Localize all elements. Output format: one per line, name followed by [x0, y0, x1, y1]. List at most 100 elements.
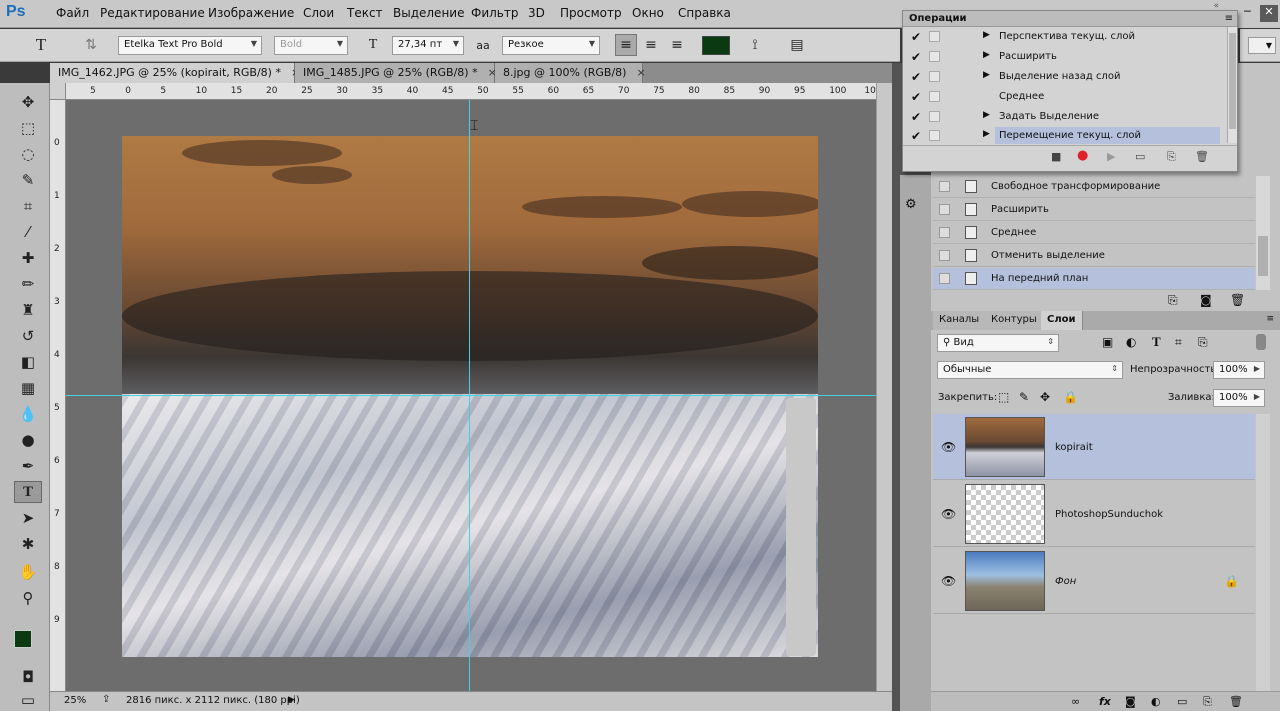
trash-icon[interactable]: 🗑 — [1230, 293, 1245, 307]
foreground-color-swatch[interactable] — [14, 630, 32, 648]
eyedropper-tool-icon[interactable]: ⁄ — [14, 221, 42, 243]
shape-tool-icon[interactable]: ✱ — [14, 533, 42, 555]
align-center-icon[interactable]: ≡ — [640, 34, 662, 56]
align-left-icon[interactable]: ≡ — [615, 34, 637, 56]
menu-window[interactable]: Окно — [632, 6, 664, 20]
brush-tool-icon[interactable]: ✏ — [14, 273, 42, 295]
history-item[interactable]: Свободное трансформирование — [933, 176, 1255, 198]
zoom-level[interactable]: 25% — [64, 695, 86, 706]
check-icon[interactable]: ✔ — [911, 30, 921, 44]
font-style-select[interactable]: Bold ▼ — [274, 36, 348, 55]
crop-tool-icon[interactable]: ⌗ — [14, 195, 42, 217]
vertical-scrollbar[interactable] — [876, 83, 892, 691]
filter-toggle[interactable] — [1256, 334, 1266, 350]
opacity-input[interactable]: 100% ▶ — [1213, 361, 1265, 379]
visibility-eye-icon[interactable]: 👁 — [941, 507, 956, 521]
menu-view[interactable]: Просмотр — [560, 6, 622, 20]
toggle-orientation-icon[interactable]: ⇅ — [80, 34, 102, 56]
layer-name[interactable]: Фон — [1055, 576, 1076, 587]
tab-layers[interactable]: Слои — [1041, 311, 1083, 330]
record-icon[interactable]: ● — [1077, 148, 1088, 163]
action-row[interactable]: ✔ ▶ Задать Выделение — [903, 107, 1227, 127]
new-action-icon[interactable]: ⎘ — [1167, 150, 1176, 164]
new-set-folder-icon[interactable]: ▭ — [1135, 150, 1145, 163]
action-row[interactable]: ✔ Среднее — [903, 87, 1227, 107]
menu-image[interactable]: Изображение — [208, 6, 294, 20]
text-color-swatch[interactable] — [702, 36, 730, 55]
hand-tool-icon[interactable]: ✋ — [14, 561, 42, 583]
history-item-selected[interactable]: На передний план — [933, 268, 1255, 290]
lock-transparent-icon[interactable]: ⬚ — [998, 390, 1009, 404]
check-icon[interactable]: ✔ — [911, 70, 921, 84]
link-layers-icon[interactable]: ∞ — [1071, 695, 1080, 708]
add-mask-icon[interactable]: ◙ — [1125, 695, 1136, 708]
layer-filter-select[interactable]: ⚲ Вид ⇕ — [937, 334, 1059, 352]
tab-8-jpg[interactable]: 8.jpg @ 100% (RGB/8) × — [495, 63, 646, 83]
screen-mode-icon[interactable]: ▭ — [14, 689, 42, 711]
history-brush-icon[interactable]: ↺ — [14, 325, 42, 347]
ruler-origin[interactable] — [50, 83, 66, 100]
new-snapshot-icon[interactable]: ⎘ — [1168, 293, 1178, 308]
expand-triangle-icon[interactable]: ▶ — [983, 70, 990, 80]
menu-file[interactable]: Файл — [56, 6, 89, 20]
close-icon[interactable]: × — [636, 66, 645, 79]
fx-icon[interactable]: fx — [1099, 695, 1111, 708]
filter-type-icon[interactable]: T — [1152, 334, 1161, 350]
check-icon[interactable]: ✔ — [911, 129, 921, 143]
check-icon[interactable]: ✔ — [911, 110, 921, 124]
tab-paths[interactable]: Контуры — [985, 311, 1044, 330]
visibility-eye-icon[interactable]: 👁 — [941, 440, 956, 454]
eraser-tool-icon[interactable]: ◧ — [14, 351, 42, 373]
layer-row-background[interactable]: 👁 Фон 🔒 — [933, 548, 1255, 614]
check-icon[interactable]: ✔ — [911, 90, 921, 104]
actions-panel-title[interactable]: Операции — [903, 11, 1237, 27]
align-right-icon[interactable]: ≡ — [666, 34, 688, 56]
healing-brush-icon[interactable]: ✚ — [14, 247, 42, 269]
play-icon[interactable]: ▶ — [1107, 150, 1115, 163]
layers-scrollbar[interactable] — [1256, 414, 1270, 694]
tab-img-1462[interactable]: IMG_1462.JPG @ 25% (kopirait, RGB/8) *× — [50, 63, 300, 83]
expand-triangle-icon[interactable]: ▶ — [983, 129, 990, 139]
camera-icon[interactable]: ◙ — [1200, 293, 1212, 307]
gradient-tool-icon[interactable]: ▦ — [14, 377, 42, 399]
menu-edit[interactable]: Редактирование — [100, 6, 205, 20]
quick-select-tool-icon[interactable]: ✎ — [14, 169, 42, 191]
collapse-icon[interactable]: « — [1213, 1, 1219, 11]
lock-position-icon[interactable]: ✥ — [1040, 390, 1050, 404]
marquee-tool-icon[interactable]: ⬚ — [14, 117, 42, 139]
history-item[interactable]: Отменить выделение — [933, 245, 1255, 267]
panel-menu-icon[interactable]: ≡ — [1266, 314, 1274, 324]
guide-horizontal[interactable] — [66, 395, 876, 396]
type-tool-icon[interactable]: T — [14, 481, 42, 503]
character-panel-icon[interactable]: ▤ — [786, 34, 808, 56]
expand-triangle-icon[interactable]: ▶ — [983, 30, 990, 40]
font-family-select[interactable]: Etelka Text Pro Bold ▼ — [118, 36, 262, 55]
lock-pixels-icon[interactable]: ✎ — [1019, 390, 1029, 404]
delete-layer-icon[interactable]: 🗑 — [1229, 695, 1243, 708]
expand-triangle-icon[interactable]: ▶ — [983, 50, 990, 60]
document-image[interactable] — [122, 136, 818, 657]
font-size-select[interactable]: 27,34 пт ▼ — [392, 36, 464, 55]
action-row-selected[interactable]: ✔ ▶ Перемещение текущ. слой — [903, 126, 1227, 146]
blend-mode-select[interactable]: Обычные ⇕ — [937, 361, 1123, 379]
adjustment-layer-icon[interactable]: ◐ — [1151, 695, 1161, 708]
tab-img-1485[interactable]: IMG_1485.JPG @ 25% (RGB/8) * × — [295, 63, 497, 83]
menu-filter[interactable]: Фильтр — [471, 6, 518, 20]
blur-tool-icon[interactable]: 💧 — [14, 403, 42, 425]
history-scrollbar[interactable] — [1256, 176, 1270, 290]
fill-input[interactable]: 100% ▶ — [1213, 389, 1265, 407]
layer-row-photoshopsunduchok[interactable]: 👁 PhotoshopSunduchok — [933, 481, 1255, 547]
menu-select[interactable]: Выделение — [393, 6, 464, 20]
filter-smart-icon[interactable]: ⎘ — [1198, 335, 1208, 350]
path-select-icon[interactable]: ➤ — [14, 507, 42, 529]
menu-layers[interactable]: Слои — [303, 6, 334, 20]
new-layer-icon[interactable]: ⎘ — [1203, 695, 1212, 709]
lock-all-icon[interactable]: 🔒 — [1063, 390, 1078, 404]
share-icon[interactable]: ⇪ — [102, 694, 110, 705]
panel-toggle-icon[interactable]: ⚙ — [905, 197, 925, 215]
action-row[interactable]: ✔ ▶ Перспектива текущ. слой — [903, 27, 1227, 47]
zoom-tool-icon[interactable]: ⚲ — [14, 587, 42, 609]
history-item[interactable]: Расширить — [933, 199, 1255, 221]
antialias-select[interactable]: Резкое ▼ — [502, 36, 600, 55]
delete-action-icon[interactable]: 🗑 — [1195, 150, 1209, 163]
